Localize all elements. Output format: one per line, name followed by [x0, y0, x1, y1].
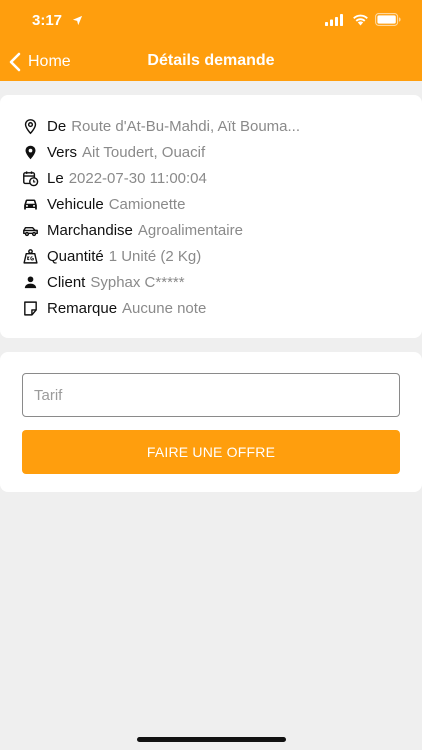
detail-row-destination: Vers Ait Toudert, Ouacif — [22, 142, 205, 162]
note-icon — [24, 300, 37, 316]
detail-row-goods: Marchandise Agroalimentaire — [22, 220, 243, 240]
calendar-clock-icon — [23, 170, 39, 186]
detail-value: Route d'At-Bu-Mahdi, Aït Bouma... — [71, 117, 300, 135]
cellular-signal-icon — [325, 14, 343, 26]
detail-row-quantity: Quantité 1 Unité (2 Kg) — [22, 246, 201, 266]
location-filled-icon — [25, 145, 36, 159]
detail-label: Le — [47, 169, 64, 187]
detail-label: Vehicule — [47, 195, 104, 213]
detail-label: Remarque — [47, 299, 118, 317]
request-details-card: De Route d'At-Bu-Mahdi, Aït Bouma... Ver… — [0, 95, 422, 338]
detail-label: De — [47, 117, 67, 135]
location-arrow-icon — [72, 15, 83, 26]
location-outline-icon — [24, 118, 37, 134]
detail-label: Client — [47, 273, 86, 291]
person-icon — [24, 275, 37, 288]
detail-value: Syphax C***** — [90, 273, 185, 291]
detail-value: Camionette — [108, 195, 186, 213]
detail-row-date: Le 2022-07-30 11:00:04 — [22, 168, 207, 188]
weight-icon — [23, 248, 38, 264]
detail-row-vehicle: Vehicule Camionette — [22, 194, 185, 214]
detail-value: 1 Unité (2 Kg) — [108, 247, 202, 265]
detail-row-client: Client Syphax C***** — [22, 272, 185, 292]
tarif-input[interactable] — [22, 373, 400, 417]
detail-value: Aucune note — [122, 299, 207, 317]
page-title: Détails demande — [147, 52, 275, 69]
car-side-icon — [23, 226, 38, 236]
make-offer-button[interactable]: FAIRE UNE OFFRE — [22, 430, 400, 474]
navigation-bar: Home Détails demande — [0, 44, 422, 81]
detail-value: Agroalimentaire — [137, 221, 243, 239]
status-time: 3:17 — [32, 12, 63, 29]
battery-icon — [375, 13, 401, 26]
detail-row-remark: Remarque Aucune note — [22, 298, 206, 318]
wifi-icon — [353, 14, 368, 26]
car-icon — [24, 199, 37, 209]
detail-label: Marchandise — [47, 221, 133, 239]
status-bar: 3:17 — [0, 0, 422, 44]
detail-value: 2022-07-30 11:00:04 — [68, 169, 207, 187]
detail-label: Vers — [47, 143, 78, 161]
home-indicator — [137, 737, 286, 742]
detail-value: Ait Toudert, Ouacif — [82, 143, 206, 161]
detail-row-origin: De Route d'At-Bu-Mahdi, Aït Bouma... — [22, 116, 300, 136]
app-header: 3:17 Home Détails demande — [0, 0, 422, 81]
offer-card: FAIRE UNE OFFRE — [0, 352, 422, 492]
detail-label: Quantité — [47, 247, 104, 265]
